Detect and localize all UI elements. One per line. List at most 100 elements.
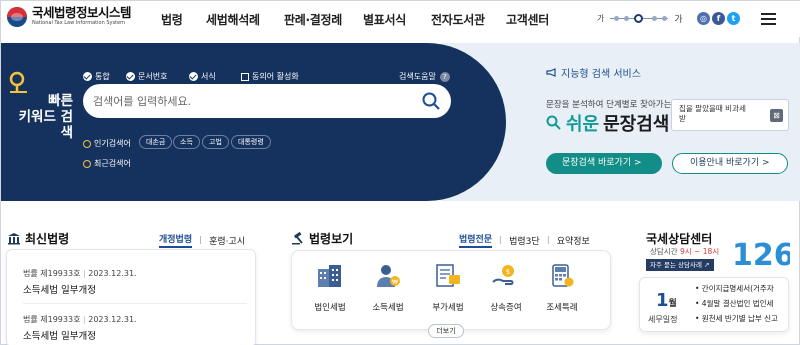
receipt-icon <box>436 264 460 287</box>
popular-icon <box>83 139 91 148</box>
font-size-slider[interactable] <box>610 13 669 23</box>
nav-customer-center[interactable]: 고객센터 <box>506 11 549 28</box>
header: 국세법령정보시스템 National Tax Law Information S… <box>1 1 800 37</box>
menu-icon[interactable] <box>761 13 776 25</box>
check-icon <box>189 72 198 81</box>
svg-text:126: 126 <box>732 238 790 269</box>
intelligent-desc: 문장을 분석하여 단계별로 찾아가는 <box>546 100 672 110</box>
consult-hours: 상담시간 9시 ~ 18시 <box>650 247 720 256</box>
check-icon <box>83 72 92 81</box>
law-meta: 법률 제19933호 | 2023.12.31. <box>23 315 137 324</box>
government-seal-icon <box>7 6 27 27</box>
more-button[interactable]: 더보기 <box>428 324 464 338</box>
coin-hand-icon: $ <box>492 265 514 285</box>
usage-guide-button[interactable]: 이용안내 바로가기 > <box>672 153 788 174</box>
category-inheritance-gift[interactable]: $ 상속증여 <box>481 263 531 313</box>
clear-icon[interactable]: ⊠ <box>770 109 783 122</box>
law-view-title: 법령보기 <box>291 230 353 247</box>
building-icon <box>8 233 20 245</box>
intelligent-search-title: 지능형 검색 서비스 <box>546 65 641 80</box>
person-coin-icon: ₩ <box>377 265 400 287</box>
nav-library[interactable]: 전자도서관 <box>431 11 485 28</box>
category-label: 법인세법 <box>314 303 346 313</box>
gavel-icon <box>292 232 303 245</box>
page: 국세법령정보시스템 National Tax Law Information S… <box>0 0 800 345</box>
search-input[interactable] <box>93 92 413 110</box>
logo-subtitle: National Tax Law Information System <box>32 20 125 26</box>
quick-title-line2: 키워드 검색 <box>18 109 73 141</box>
option-forms[interactable]: 서식 <box>189 71 216 82</box>
law-view-tabs: 법령전문 법령3단 요약정보 <box>459 232 590 248</box>
share-icon[interactable]: ◎ <box>697 12 710 25</box>
twitter-icon[interactable]: t <box>727 12 740 25</box>
category-income-tax[interactable]: ₩ 소득세법 <box>363 263 413 313</box>
latest-laws-list: 법률 제19933호 | 2023.12.31. 소득세법 일부개정 법률 제1… <box>6 249 256 345</box>
latest-laws-title: 최신법령 <box>7 230 69 247</box>
svg-text:₩: ₩ <box>392 279 398 286</box>
tab-notices[interactable]: 훈령·고시 <box>209 234 245 247</box>
schedule-item[interactable]: • 4월말 결산법인 법인세 <box>695 298 785 309</box>
nav-precedent[interactable]: 판례·결정례 <box>284 11 342 28</box>
sentence-search-button[interactable]: 문장검색 바로가기 > <box>546 153 662 174</box>
font-size-control[interactable]: 가 가 <box>597 12 683 25</box>
law-meta: 법률 제19933호 | 2023.12.31. <box>23 269 137 278</box>
font-small-label: 가 <box>597 14 605 23</box>
tab-amended-laws[interactable]: 개정법령 <box>159 232 193 248</box>
search-help[interactable]: 검색도움말? <box>399 71 450 82</box>
category-label: 소득세법 <box>372 303 404 313</box>
quick-title-line1: 빠른 <box>48 93 73 109</box>
logo[interactable]: 국세법령정보시스템 National Tax Law Information S… <box>7 5 132 27</box>
category-label: 조세특례 <box>546 303 578 313</box>
popular-tag[interactable]: 소득 <box>173 135 200 149</box>
popular-tag[interactable]: 대통령령 <box>231 135 271 149</box>
nav-forms[interactable]: 별표서식 <box>363 11 406 28</box>
checkbox-empty-icon <box>241 72 249 81</box>
quick-search-title: 빠른 키워드 검색 <box>9 93 73 141</box>
search-icon[interactable] <box>421 91 441 111</box>
magnifier-icon <box>9 71 27 93</box>
popular-tag[interactable]: 고법 <box>202 135 229 149</box>
font-large-label: 가 <box>674 15 683 25</box>
easy-sentence-search: 쉬운 문장검색 <box>546 110 669 136</box>
option-synonym[interactable]: 동의어 활성화 <box>241 71 299 82</box>
sentence-example-box[interactable]: 집을 팔았을때 비과세 받 ⊠ <box>671 99 789 131</box>
category-corporate-tax[interactable]: 법인세법 <box>305 263 355 313</box>
phone-126-icon: 126 <box>732 238 790 269</box>
megaphone-icon <box>546 68 556 77</box>
logo-title: 국세법령정보시스템 <box>32 5 132 20</box>
nav-law[interactable]: 법령 <box>161 11 183 28</box>
consult-center-title: 국세상담센터 <box>646 232 713 246</box>
tab-summary[interactable]: 요약정보 <box>557 234 590 247</box>
popular-label: 인기검색어 <box>83 138 131 149</box>
faq-cases-link[interactable]: 자주 묻는 상담사례 ↗ <box>646 259 714 271</box>
search-icon <box>546 115 561 130</box>
help-icon: ? <box>439 71 450 82</box>
tax-schedule-card: 1월 세무일정 • 간이지급명세서(거주자 • 4월말 결산법인 법인세 • 원… <box>639 277 789 332</box>
search-box <box>83 84 451 118</box>
law-title-link[interactable]: 소득세법 일부개정 <box>23 328 96 342</box>
category-vat[interactable]: 부가세법 <box>423 263 473 313</box>
option-integrated[interactable]: 통합 <box>83 71 110 82</box>
schedule-month: 1월 <box>656 290 677 311</box>
nav-interpretation[interactable]: 세법해석례 <box>206 11 260 28</box>
option-doc-number[interactable]: 문서번호 <box>126 71 167 82</box>
schedule-label: 세무일정 <box>648 315 678 324</box>
schedule-item[interactable]: • 원천세 반기별 납부 신고 <box>695 313 785 324</box>
latest-tabs: 개정법령 훈령·고시 <box>159 232 245 248</box>
tab-three-level[interactable]: 법령3단 <box>509 234 540 247</box>
schedule-item[interactable]: • 간이지급명세서(거주자 <box>695 283 785 294</box>
quick-search-panel <box>1 43 506 201</box>
calculator-icon <box>552 264 574 287</box>
recent-icon <box>83 159 91 168</box>
facebook-icon[interactable]: f <box>712 12 725 25</box>
popular-tag[interactable]: 대손금 <box>139 135 173 149</box>
category-label: 부가세법 <box>432 303 464 313</box>
check-icon <box>126 72 135 81</box>
tab-full-text[interactable]: 법령전문 <box>459 232 493 248</box>
building-icon <box>318 265 341 287</box>
category-tax-special[interactable]: 조세특례 <box>537 263 587 313</box>
svg-text:$: $ <box>506 268 510 276</box>
law-title-link[interactable]: 소득세법 일부개정 <box>23 282 96 296</box>
recent-label[interactable]: 최근검색어 <box>83 158 131 169</box>
slider-knob[interactable] <box>634 13 644 23</box>
